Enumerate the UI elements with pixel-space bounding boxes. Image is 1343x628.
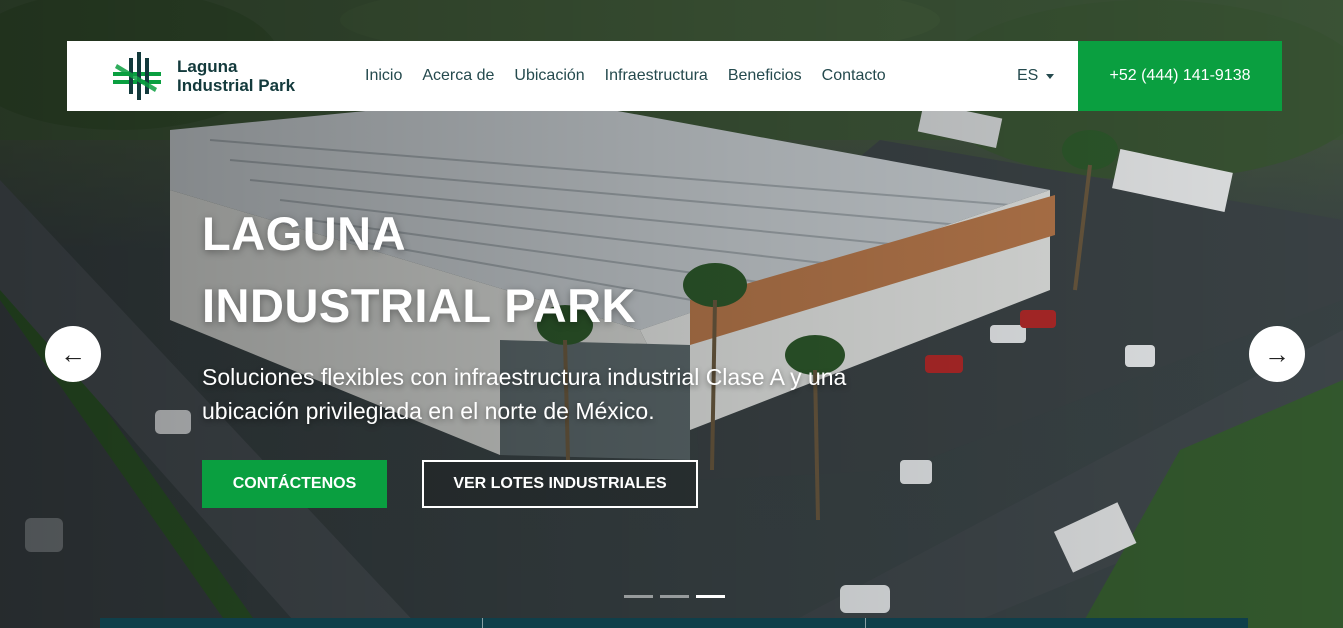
brand-name-line2: Industrial Park bbox=[177, 76, 296, 95]
features-strip bbox=[100, 618, 1248, 628]
nav-link-beneficios[interactable]: Beneficios bbox=[728, 67, 802, 85]
nav-link-inicio[interactable]: Inicio bbox=[365, 67, 402, 85]
nav-link-infraestructura[interactable]: Infraestructura bbox=[605, 67, 708, 85]
language-label: ES bbox=[1017, 67, 1039, 84]
carousel-indicators bbox=[624, 595, 732, 598]
features-strip-cell bbox=[483, 618, 866, 628]
hero-title: LAGUNA INDUSTRIAL PARK bbox=[202, 198, 762, 342]
view-lots-button[interactable]: VER LOTES INDUSTRIALES bbox=[422, 460, 698, 508]
brand-name: Laguna Industrial Park bbox=[177, 57, 295, 95]
phone-button[interactable]: +52 (444) 141-9138 bbox=[1078, 41, 1282, 111]
nav-link-acerca-de[interactable]: Acerca de bbox=[422, 67, 494, 85]
lip-logo-icon bbox=[113, 52, 161, 100]
brand-logo-link[interactable]: Laguna Industrial Park bbox=[107, 48, 337, 104]
nav-link-ubicacion[interactable]: Ubicación bbox=[514, 67, 584, 85]
features-strip-cell bbox=[100, 618, 483, 628]
hero-title-line2: INDUSTRIAL PARK bbox=[202, 279, 636, 332]
navbar: Laguna Industrial Park Inicio Acerca de … bbox=[67, 41, 1282, 111]
contact-button[interactable]: CONTÁCTENOS bbox=[202, 460, 387, 508]
carousel-prev-button[interactable]: ← bbox=[45, 326, 101, 382]
language-dropdown[interactable]: ES bbox=[1017, 41, 1055, 111]
features-strip-cell bbox=[866, 618, 1248, 628]
caret-down-icon bbox=[1046, 73, 1055, 79]
carousel-indicator-3[interactable] bbox=[696, 595, 725, 598]
hero-title-line1: LAGUNA bbox=[202, 207, 407, 260]
arrow-left-icon: ← bbox=[60, 338, 86, 369]
carousel-indicator-2[interactable] bbox=[660, 595, 689, 598]
nav-link-contacto[interactable]: Contacto bbox=[822, 67, 886, 85]
hero-subtitle: Soluciones flexibles con infraestructura… bbox=[202, 364, 847, 424]
nav-menu: Inicio Acerca de Ubicación Infraestructu… bbox=[365, 67, 906, 85]
brand-name-line1: Laguna bbox=[177, 57, 238, 76]
carousel-next-button[interactable]: → bbox=[1249, 326, 1305, 382]
carousel-indicator-1[interactable] bbox=[624, 595, 653, 598]
arrow-right-icon: → bbox=[1264, 338, 1290, 369]
